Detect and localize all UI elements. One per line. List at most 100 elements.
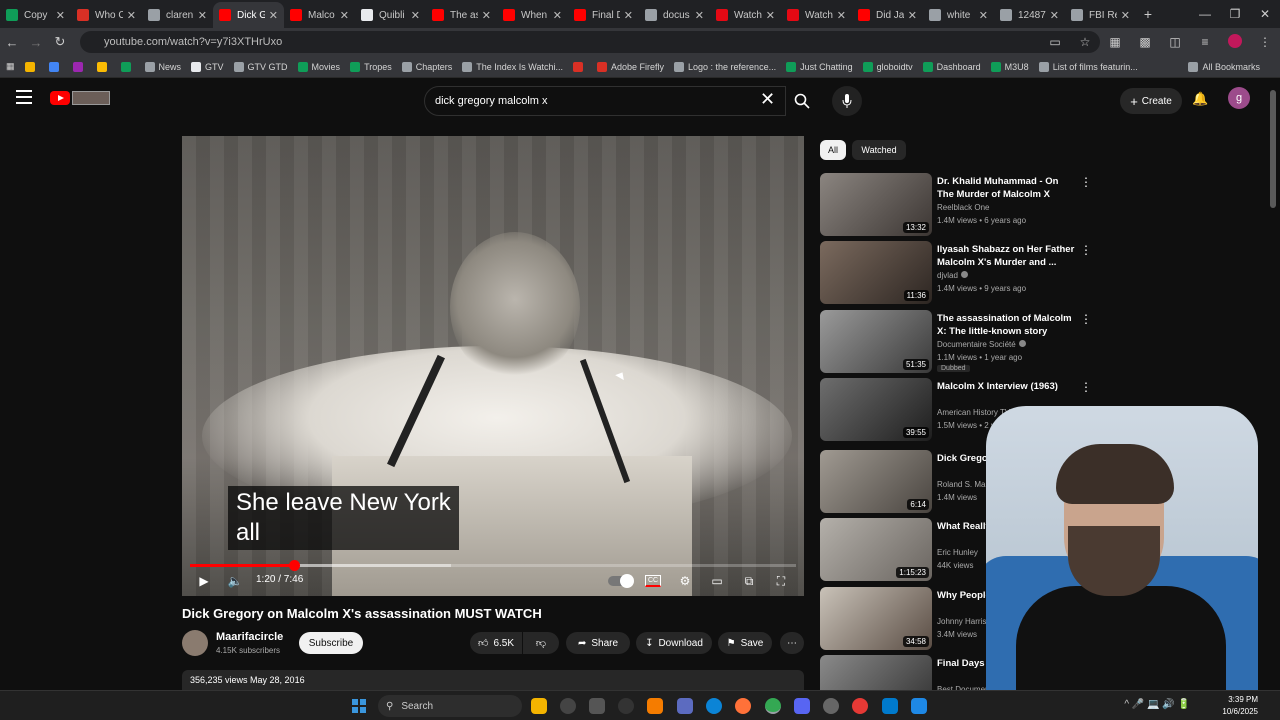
browser-tab[interactable]: claren ✕ — [142, 2, 213, 28]
browser-tab[interactable]: white ✕ — [923, 2, 994, 28]
play-button[interactable]: ▶ — [196, 572, 212, 590]
browser-tab[interactable]: Quibli ✕ — [355, 2, 426, 28]
vlc-icon[interactable] — [647, 698, 663, 714]
video-thumbnail[interactable]: 39:55 — [820, 378, 932, 441]
firefox-icon[interactable] — [735, 698, 751, 714]
more-vertical-icon[interactable]: ⋮ — [1080, 175, 1092, 189]
bookmark-item[interactable]: Logo : the reference... — [674, 61, 776, 72]
recommended-video[interactable]: 13:32 Dr. Khalid Muhammad - On The Murder… — [820, 173, 1092, 237]
browser-tab[interactable]: Watch ✕ — [710, 2, 781, 28]
app-icon[interactable] — [560, 698, 576, 714]
all-bookmarks[interactable]: All Bookmarks — [1188, 56, 1260, 78]
close-tab-icon[interactable]: ✕ — [482, 9, 491, 22]
channel-name[interactable]: Maarifacircle — [216, 631, 283, 643]
bookmark-item[interactable]: M3U8 — [990, 61, 1029, 72]
close-tab-icon[interactable]: ✕ — [411, 9, 420, 22]
bookmark-item[interactable] — [572, 61, 587, 72]
save-button[interactable]: ⚑ Save — [718, 632, 772, 654]
subscribe-button[interactable]: Subscribe — [299, 632, 363, 654]
new-tab-icon[interactable]: + — [1136, 6, 1160, 22]
app-icon[interactable] — [589, 698, 605, 714]
video-thumbnail[interactable]: 1:15:23 — [820, 518, 932, 581]
more-vertical-icon[interactable]: ⋮ — [1080, 312, 1092, 326]
taskbar-search[interactable]: ⚲ Search — [378, 695, 522, 717]
channel-avatar[interactable] — [182, 630, 208, 656]
vscode-icon[interactable] — [882, 698, 898, 714]
browser-tab[interactable]: docus ✕ — [639, 2, 710, 28]
close-tab-icon[interactable]: ✕ — [1050, 9, 1059, 22]
sidepanel-icon[interactable]: ◫ — [1160, 35, 1190, 49]
recommended-video-title[interactable]: Malcolm X Interview (1963) — [937, 380, 1077, 393]
close-tab-icon[interactable]: ✕ — [766, 9, 775, 22]
url-bar[interactable]: youtube.com/watch?v=y7i3XTHrUxo — [80, 31, 1100, 53]
discord-icon[interactable] — [794, 698, 810, 714]
close-tab-icon[interactable]: ✕ — [979, 9, 988, 22]
close-tab-icon[interactable]: ✕ — [56, 9, 65, 22]
volume-icon[interactable]: 🔈 — [226, 572, 244, 590]
recommended-channel[interactable]: Eric Hunley — [937, 548, 978, 557]
bookmark-item[interactable]: List of films featurin... — [1038, 61, 1138, 72]
bookmark-item[interactable]: GTV GTD — [233, 61, 288, 72]
bookmark-item[interactable]: GTV — [191, 61, 224, 72]
video-player[interactable]: She leave New York all ▶ 🔈 1:20 / 7:46 C… — [182, 136, 804, 596]
search-input[interactable]: dick gregory malcolm x — [424, 86, 786, 116]
share-button[interactable]: ➦ Share — [566, 632, 630, 654]
more-vertical-icon[interactable]: ⋮ — [1080, 243, 1092, 257]
bookmark-item[interactable]: The Index Is Watchi... — [462, 61, 563, 72]
taskbar-clock[interactable]: 3:39 PM 10/6/2025 — [1222, 694, 1258, 718]
close-tab-icon[interactable]: ✕ — [340, 9, 349, 22]
close-tab-icon[interactable]: ✕ — [127, 9, 136, 22]
search-button[interactable] — [786, 86, 818, 116]
browser-tab[interactable]: Malco ✕ — [284, 2, 355, 28]
bookmark-item[interactable]: Just Chatting — [786, 61, 853, 72]
recommended-video[interactable]: 11:36 Ilyasah Shabazz on Her Father Malco… — [820, 241, 1092, 305]
close-tab-icon[interactable]: ✕ — [198, 9, 207, 22]
bookmark-item[interactable]: globoidtv — [862, 61, 913, 72]
recommended-channel[interactable]: djvlad — [937, 271, 968, 280]
fullscreen-icon[interactable]: ⛶ — [772, 572, 790, 590]
recommended-channel[interactable]: Reelblack One — [937, 203, 989, 212]
menu-icon[interactable] — [16, 90, 32, 104]
bookmark-item[interactable] — [96, 61, 111, 72]
forward-icon[interactable]: → — [24, 35, 48, 50]
close-tab-icon[interactable]: ✕ — [908, 9, 917, 22]
system-tray[interactable]: ^ 🎤 💻 🔊 🔋 — [1124, 699, 1190, 710]
browser-tab[interactable]: FBI Re ✕ — [1065, 2, 1136, 28]
browser-tab[interactable]: Who C ✕ — [71, 2, 142, 28]
browser-menu-icon[interactable]: ⋮ — [1250, 35, 1280, 49]
windows-start-icon[interactable] — [352, 699, 366, 713]
like-button[interactable]: 👍︎ 6.5K — [470, 632, 522, 654]
voice-search-button[interactable] — [832, 86, 862, 116]
profile-icon[interactable] — [1220, 33, 1250, 51]
video-thumbnail[interactable]: 34:58 — [820, 587, 932, 650]
bookmark-item[interactable]: Tropes — [350, 61, 392, 72]
bookmark-item[interactable] — [72, 61, 87, 72]
app-icon[interactable] — [911, 698, 927, 714]
dislike-button[interactable]: 👎︎ — [523, 632, 559, 654]
close-tab-icon[interactable]: ✕ — [624, 9, 633, 22]
video-thumbnail[interactable]: 6:14 — [820, 450, 932, 513]
bookmark-star-icon[interactable]: ☆ — [1070, 35, 1100, 49]
channel-logo-image[interactable] — [72, 91, 110, 105]
bookmark-item[interactable]: News — [144, 61, 181, 72]
browser-tab[interactable]: When ✕ — [497, 2, 568, 28]
clear-search-icon[interactable]: ✕ — [760, 89, 775, 110]
notifications-bell-icon[interactable]: 🔔 — [1192, 91, 1208, 107]
chrome-icon[interactable] — [765, 698, 781, 714]
page-scrollbar[interactable] — [1270, 90, 1276, 208]
bookmark-item[interactable]: Movies — [297, 61, 340, 72]
recommended-channel[interactable]: Johnny Harris — [937, 617, 986, 626]
extension-icon[interactable]: ▦ — [1100, 35, 1130, 49]
close-tab-icon[interactable]: ✕ — [695, 9, 704, 22]
video-thumbnail[interactable]: 13:32 — [820, 173, 932, 236]
app-icon[interactable] — [677, 698, 693, 714]
browser-tab[interactable]: 12487 ✕ — [994, 2, 1065, 28]
youtube-logo[interactable] — [50, 91, 70, 105]
close-tab-icon[interactable]: ✕ — [269, 9, 278, 22]
file-explorer-icon[interactable] — [531, 698, 547, 714]
browser-tab[interactable]: The as ✕ — [426, 2, 497, 28]
browser-tab[interactable]: Dick G ✕ — [213, 2, 284, 28]
chip-all[interactable]: All — [820, 140, 846, 160]
more-vertical-icon[interactable]: ⋮ — [1080, 380, 1092, 394]
bookmark-item[interactable] — [120, 61, 135, 72]
